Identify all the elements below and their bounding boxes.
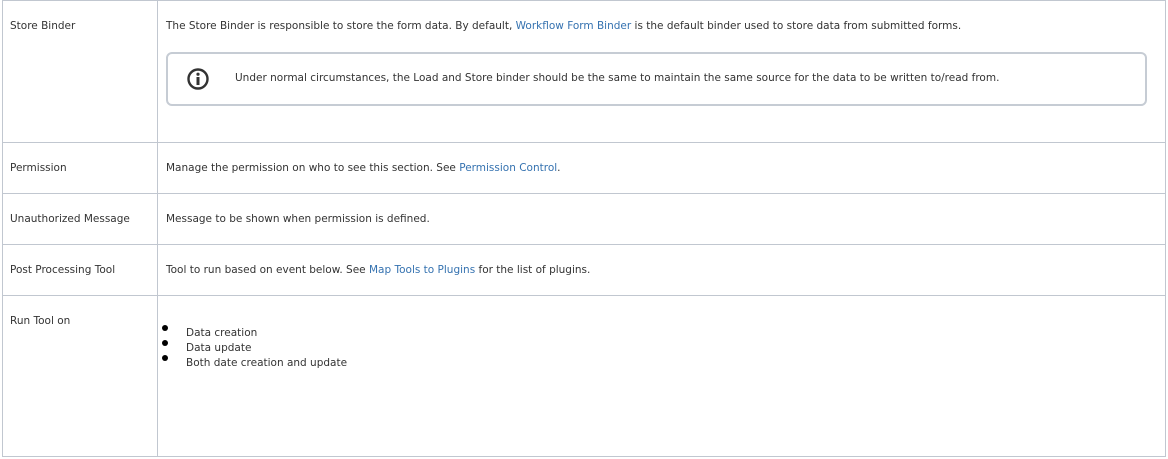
list-item: Both date creation and update	[162, 355, 1165, 371]
property-description-cell: Message to be shown when permission is d…	[157, 193, 1166, 245]
description-text: for the list of plugins.	[475, 264, 591, 276]
property-description-cell: Manage the permission on who to see this…	[157, 142, 1166, 194]
table-row: Run Tool on Data creation Data update Bo…	[2, 295, 1166, 457]
property-description: Tool to run based on event below. See Ma…	[158, 245, 1165, 277]
description-text: The Store Binder is responsible to store…	[166, 20, 516, 32]
property-description-cell: Tool to run based on event below. See Ma…	[157, 244, 1166, 296]
description-text: is the default binder used to store data…	[631, 20, 962, 32]
property-label: Store Binder	[10, 20, 76, 32]
property-label-cell: Store Binder	[2, 0, 158, 143]
map-tools-to-plugins-link[interactable]: Map Tools to Plugins	[369, 264, 475, 276]
info-note-text: Under normal circumstances, the Load and…	[235, 72, 1000, 84]
table-row: Permission Manage the permission on who …	[2, 142, 1166, 194]
description-text: Manage the permission on who to see this…	[166, 162, 460, 174]
permission-control-link[interactable]: Permission Control	[459, 162, 557, 174]
bullet-icon	[162, 325, 168, 331]
description-text: Tool to run based on event below. See	[166, 264, 369, 276]
list-item-text: Data creation	[186, 327, 258, 339]
property-description: Manage the permission on who to see this…	[158, 143, 1165, 175]
description-text: .	[557, 162, 561, 174]
list-item: Data creation	[162, 325, 1165, 341]
table-row: Post Processing Tool Tool to run based o…	[2, 244, 1166, 296]
property-label-cell: Permission	[2, 142, 158, 194]
property-label-cell: Unauthorized Message	[2, 193, 158, 245]
list-item-text: Both date creation and update	[186, 357, 348, 369]
properties-table: Store Binder The Store Binder is respons…	[2, 0, 1166, 457]
property-description-cell: Data creation Data update Both date crea…	[157, 295, 1166, 457]
property-description: Message to be shown when permission is d…	[166, 213, 430, 225]
info-icon	[187, 68, 209, 90]
property-label-cell: Run Tool on	[2, 295, 158, 457]
property-label-cell: Post Processing Tool	[2, 244, 158, 296]
property-label: Permission	[10, 162, 67, 174]
property-label: Unauthorized Message	[10, 213, 130, 225]
property-label: Run Tool on	[10, 315, 71, 327]
info-note-panel: Under normal circumstances, the Load and…	[166, 52, 1147, 106]
list-item-text: Data update	[186, 342, 252, 354]
list-item: Data update	[162, 340, 1165, 356]
workflow-form-binder-link[interactable]: Workflow Form Binder	[516, 20, 632, 32]
bullet-icon	[162, 340, 168, 346]
property-label: Post Processing Tool	[10, 264, 116, 276]
table-row: Store Binder The Store Binder is respons…	[2, 0, 1166, 143]
table-row: Unauthorized Message Message to be shown…	[2, 193, 1166, 245]
bullet-icon	[162, 355, 168, 361]
property-description: The Store Binder is responsible to store…	[158, 1, 1165, 33]
run-tool-options-list: Data creation Data update Both date crea…	[158, 325, 1165, 371]
property-description-cell: The Store Binder is responsible to store…	[157, 0, 1166, 143]
